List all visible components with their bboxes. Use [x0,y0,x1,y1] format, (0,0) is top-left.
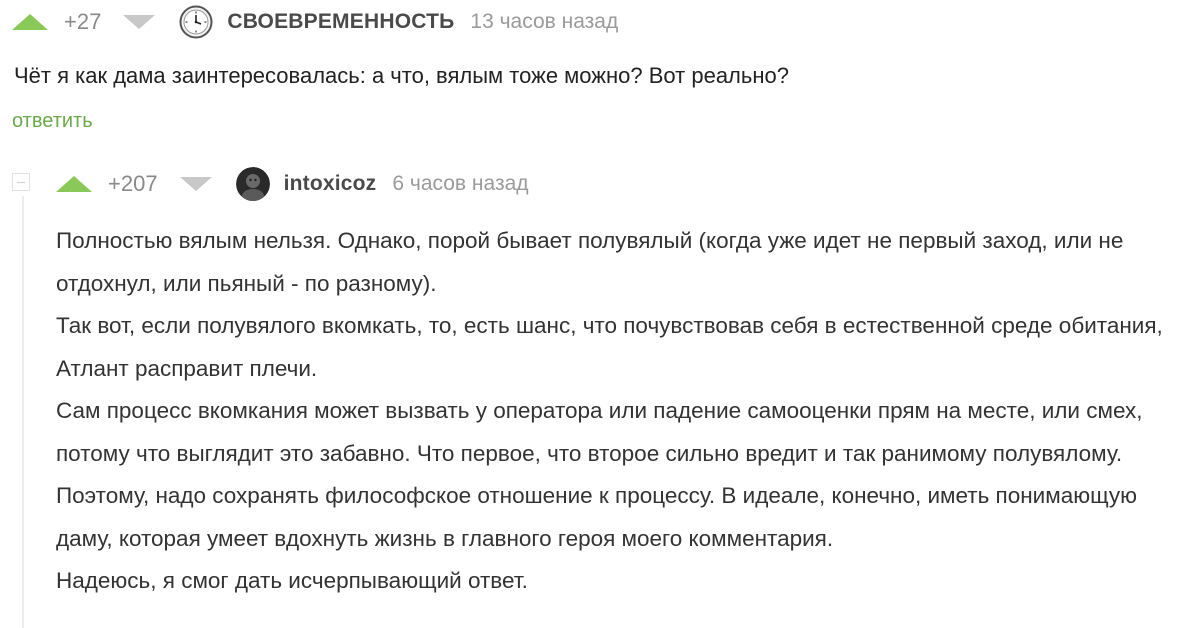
downvote-icon[interactable] [179,177,212,191]
upvote-icon[interactable] [56,176,92,192]
minus-icon [17,181,25,183]
comment-body: Полностью вялым нельзя. Однако, порой бы… [56,220,1186,603]
comment-2-header: +207 intoxicoz 6 часов назад [56,164,529,204]
downvote-icon[interactable] [123,15,156,29]
comment-author[interactable]: СВОЕВРЕМЕННОСТЬ [227,10,454,34]
comment-author[interactable]: intoxicoz [284,172,377,196]
comment-rating: +207 [108,171,158,196]
clock-icon[interactable] [179,5,213,39]
comment-time: 6 часов назад [392,172,529,195]
comment-paragraph: Так вот, если полувялого вкомкать, то, е… [56,313,1163,381]
comment-time: 13 часов назад [470,10,619,33]
comment-paragraph: Полностью вялым нельзя. Однако, порой бы… [56,228,1124,296]
comment-paragraph: Сам процесс вкомкания может вызвать у оп… [56,398,1143,551]
comment-text: Чёт я как дама заинтересовалась: а что, … [14,63,789,88]
comment-paragraph: Надеюсь, я смог дать исчерпывающий ответ… [56,568,528,593]
comment-1-header: +27 СВОЕВРЕМЕННОСТЬ 13 часов назад [12,2,618,42]
upvote-icon[interactable] [12,14,48,30]
comment-rating: +27 [64,9,102,34]
user-avatar[interactable] [235,167,270,201]
thread-line[interactable] [22,196,24,628]
collapse-thread-button[interactable] [12,173,30,191]
reply-link[interactable]: ответить [12,110,93,133]
